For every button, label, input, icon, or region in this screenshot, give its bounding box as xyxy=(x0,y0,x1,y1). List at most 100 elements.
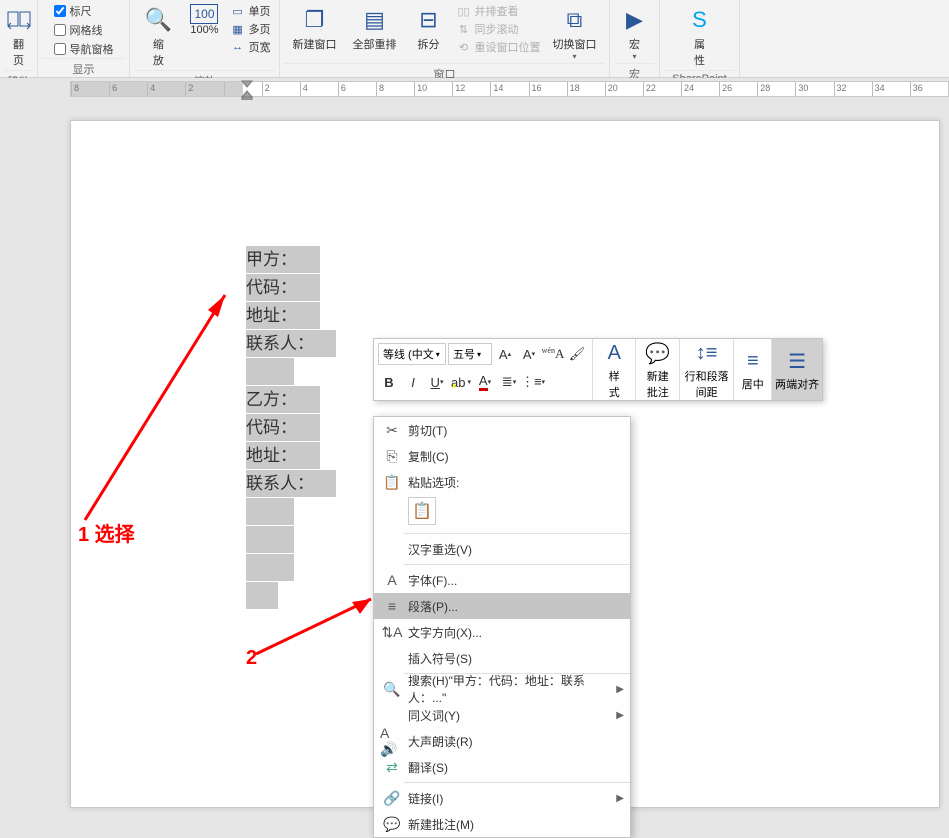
numbering-button[interactable]: ⋮≡▾ xyxy=(522,371,544,393)
translate-icon: ⇄ xyxy=(380,759,404,776)
zoom-label: 缩 放 xyxy=(153,36,164,68)
paste-keep-formatting-button[interactable]: 📋 xyxy=(408,497,436,525)
selected-text[interactable]: 代码： xyxy=(246,274,320,301)
decrease-font-button[interactable]: A▾ xyxy=(518,343,540,365)
styles-button[interactable]: A 样 式 xyxy=(592,339,635,400)
ruler-checkbox[interactable]: 标尺 xyxy=(52,2,116,20)
paragraph-label: 段落(P)... xyxy=(404,598,624,615)
navpane-label: 导航窗格 xyxy=(70,41,114,57)
macro-icon: ▶ xyxy=(619,4,651,36)
search-menu-item[interactable]: 🔍 搜索(H)"甲方：代码：地址：联系人：..." ▶ xyxy=(374,676,630,702)
font-size-select[interactable]: 五号▾ xyxy=(448,343,492,365)
copy-icon: ⎘ xyxy=(380,448,404,465)
phonetic-guide-button[interactable]: wénA xyxy=(542,343,564,365)
switch-windows-icon: ⧉ xyxy=(559,4,591,36)
underline-button[interactable]: U▾ xyxy=(426,371,448,393)
navpane-checkbox[interactable]: 导航窗格 xyxy=(52,40,116,58)
justify-label: 两端对齐 xyxy=(775,376,819,392)
mini-toolbar: 等线 (中文▾ 五号▾ A▴ A▾ wénA 🖌 B I U▾ ab▾ A▾ ≣… xyxy=(373,338,823,401)
selected-text[interactable]: 地址： xyxy=(246,442,320,469)
increase-font-button[interactable]: A▴ xyxy=(494,343,516,365)
font-size-value: 五号 xyxy=(453,346,475,362)
zoom-100-button[interactable]: 100 100% xyxy=(184,2,224,38)
selected-text[interactable] xyxy=(246,358,294,385)
reset-window-button: ⟲重设窗口位置 xyxy=(455,38,543,56)
highlight-button[interactable]: ab▾ xyxy=(450,371,472,393)
selected-text[interactable]: 地址： xyxy=(246,302,320,329)
synonyms-menu-item[interactable]: 同义词(Y) ▶ xyxy=(374,702,630,728)
read-aloud-menu-item[interactable]: A🔊 大声朗读(R) xyxy=(374,728,630,754)
font-icon: A xyxy=(380,572,404,588)
indent-marker-icon[interactable] xyxy=(241,78,253,100)
menu-separator xyxy=(404,564,630,565)
translate-menu-item[interactable]: ⇄ 翻译(S) xyxy=(374,754,630,780)
hanzi-reselect-label: 汉字重选(V) xyxy=(404,541,624,558)
link-label: 链接(I) xyxy=(404,790,616,807)
font-family-value: 等线 (中文 xyxy=(383,346,434,362)
properties-button[interactable]: S 属 性 xyxy=(678,2,722,70)
synonyms-label: 同义词(Y) xyxy=(404,707,616,724)
single-page-icon: ▭ xyxy=(231,4,245,18)
ribbon-group-sharepoint: S 属 性 SharePoint xyxy=(660,0,740,77)
paragraph-icon: ≡ xyxy=(380,598,404,614)
cut-icon: ✂ xyxy=(380,422,404,439)
selected-text[interactable]: 联系人： xyxy=(246,330,336,357)
justify-button[interactable]: ☰ 两端对齐 xyxy=(771,339,822,400)
search-icon: 🔍 xyxy=(380,681,404,698)
bullets-button[interactable]: ≣▾ xyxy=(498,371,520,393)
new-comment-menu-item[interactable]: 💬 新建批注(M) xyxy=(374,811,630,837)
link-menu-item[interactable]: 🔗 链接(I) ▶ xyxy=(374,785,630,811)
font-label: 字体(F)... xyxy=(404,572,624,589)
search-label: 搜索(H)"甲方：代码：地址：联系人：..." xyxy=(404,672,616,706)
font-menu-item[interactable]: A 字体(F)... xyxy=(374,567,630,593)
page-width-label: 页宽 xyxy=(249,39,271,55)
paragraph-menu-item[interactable]: ≡ 段落(P)... xyxy=(374,593,630,619)
insert-symbol-menu-item[interactable]: 插入符号(S) xyxy=(374,645,630,671)
flip-page-button[interactable]: 翻 页 xyxy=(0,2,41,70)
styles-label: 样 式 xyxy=(609,368,620,400)
split-button[interactable]: ⊟ 拆分 xyxy=(407,2,451,54)
selected-text[interactable] xyxy=(246,526,294,553)
selected-text[interactable] xyxy=(246,554,294,581)
font-family-select[interactable]: 等线 (中文▾ xyxy=(378,343,446,365)
selected-text[interactable] xyxy=(246,582,278,609)
gridlines-label: 网格线 xyxy=(70,22,103,38)
new-comment-label: 新建 批注 xyxy=(647,368,669,400)
selected-text[interactable] xyxy=(246,498,294,525)
single-page-button[interactable]: ▭单页 xyxy=(229,2,273,20)
copy-menu-item[interactable]: ⎘ 复制(C) xyxy=(374,443,630,469)
selected-text[interactable]: 代码： xyxy=(246,414,320,441)
split-label: 拆分 xyxy=(418,36,440,52)
text-direction-menu-item[interactable]: ⇅A 文字方向(X)... xyxy=(374,619,630,645)
line-spacing-button[interactable]: ↕≡ 行和段落 间距 xyxy=(679,339,733,400)
page-width-button[interactable]: ↔页宽 xyxy=(229,38,273,56)
selected-text[interactable]: 联系人： xyxy=(246,470,336,497)
hanzi-reselect-menu-item[interactable]: 汉字重选(V) xyxy=(374,536,630,562)
macro-label: 宏 xyxy=(629,36,640,52)
cut-menu-item[interactable]: ✂ 剪切(T) xyxy=(374,417,630,443)
font-color-button[interactable]: A▾ xyxy=(474,371,496,393)
group-label-show: 显示 xyxy=(42,58,125,79)
new-comment-button[interactable]: 💬 新建 批注 xyxy=(635,339,678,400)
switch-windows-button[interactable]: ⧉ 切换窗口 ▾ xyxy=(547,2,603,63)
paste-options-label: 粘贴选项: xyxy=(404,474,624,491)
chevron-right-icon: ▶ xyxy=(616,793,624,804)
selected-text[interactable]: 甲方： xyxy=(246,246,320,273)
format-painter-button[interactable]: 🖌 xyxy=(566,343,588,365)
selected-text[interactable]: 乙方： xyxy=(246,386,320,413)
arrange-all-button[interactable]: ▤ 全部重排 xyxy=(347,2,403,54)
zoom-button[interactable]: 🔍 缩 放 xyxy=(136,2,180,70)
horizontal-ruler[interactable]: 864224681012141618202224262830323436 xyxy=(70,81,949,97)
macro-button[interactable]: ▶ 宏 ▾ xyxy=(613,2,657,63)
line-spacing-label: 行和段落 间距 xyxy=(685,368,729,400)
arrange-all-label: 全部重排 xyxy=(353,36,397,52)
gridlines-checkbox[interactable]: 网格线 xyxy=(52,21,116,39)
italic-button[interactable]: I xyxy=(402,371,424,393)
multi-page-button[interactable]: ▦多页 xyxy=(229,20,273,38)
bold-button[interactable]: B xyxy=(378,371,400,393)
justify-icon: ☰ xyxy=(788,348,806,376)
ribbon: 翻 页 移动 标尺 网格线 导航窗格 显示 🔍 缩 放 100 100% xyxy=(0,0,949,78)
flip-page-icon xyxy=(3,4,35,36)
new-window-button[interactable]: ❐ 新建窗口 xyxy=(287,2,343,54)
center-align-button[interactable]: ≡ 居中 xyxy=(733,339,771,400)
